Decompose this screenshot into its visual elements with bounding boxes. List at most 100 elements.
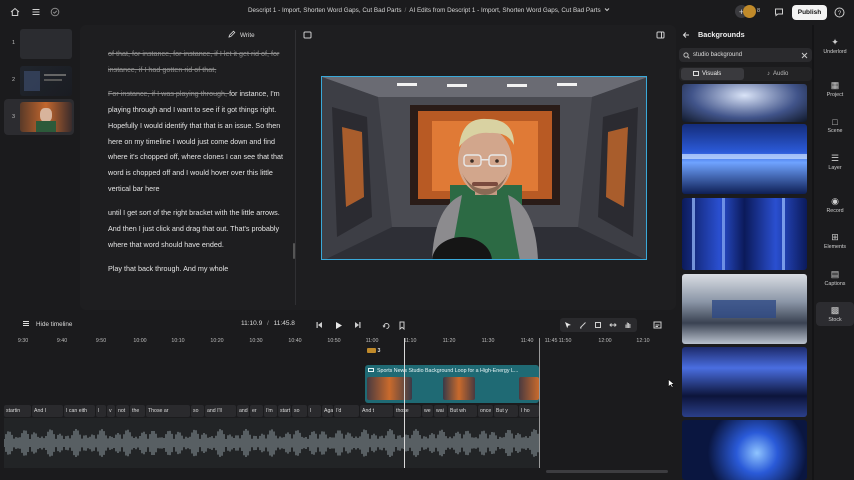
script-text-run[interactable]: for instance, I'm playing through and I … xyxy=(108,89,283,192)
deleted-text[interactable]: For instance, if I was playing through, xyxy=(108,89,229,98)
scene-item[interactable]: 1 xyxy=(6,28,76,60)
word-chip[interactable]: and xyxy=(237,405,249,417)
skip-back-icon[interactable] xyxy=(313,319,325,331)
word-chip[interactable]: And t xyxy=(360,405,393,417)
word-chip[interactable]: Agai xyxy=(322,405,333,417)
rail-item-captions[interactable]: ▤ Captions xyxy=(816,269,854,287)
tab-visuals[interactable]: Visuals xyxy=(693,70,721,77)
rail-item-underlord[interactable]: ✦ Underlord xyxy=(816,37,854,55)
panel-toggle-icon[interactable] xyxy=(655,30,665,40)
rail-item-record[interactable]: ◉ Record xyxy=(816,196,854,214)
word-chip[interactable]: wai xyxy=(434,405,447,417)
word-chip[interactable]: and I'll xyxy=(205,405,236,417)
loop-icon[interactable] xyxy=(380,319,392,331)
script-paragraph[interactable]: Play that back through. And my whole xyxy=(108,261,288,277)
scene-item[interactable]: 2 xyxy=(6,65,76,97)
clear-icon[interactable] xyxy=(800,51,808,59)
rail-item-project[interactable]: ▦ Project xyxy=(816,80,854,98)
word-chip[interactable]: the xyxy=(130,405,145,417)
word-chip[interactable]: v xyxy=(107,405,115,417)
word-chip[interactable]: I'm xyxy=(264,405,277,417)
word-chip[interactable]: I xyxy=(96,405,106,417)
aspect-ratio-icon[interactable] xyxy=(302,30,312,40)
trim-tool-icon[interactable] xyxy=(593,320,603,330)
word-chip[interactable]: Those ar xyxy=(146,405,190,417)
word-chip[interactable]: I ho xyxy=(519,405,539,417)
search-field[interactable]: studio background xyxy=(679,48,812,62)
hand-tool-icon[interactable] xyxy=(623,320,633,330)
timeline-ruler[interactable]: 9:30 9:40 9:50 10:00 10:10 10:20 10:30 10:40 10:… xyxy=(0,335,672,349)
script-text-run[interactable]: until I get sort of the right bracket wi… xyxy=(108,208,280,248)
background-thumbnail[interactable] xyxy=(682,198,807,270)
word-chip[interactable]: startin xyxy=(4,405,31,417)
deleted-text[interactable]: of that, for instance, for instance, if … xyxy=(108,49,279,74)
blade-tool-icon[interactable] xyxy=(578,320,588,330)
avatar xyxy=(743,5,756,18)
word-chip[interactable]: I can eith xyxy=(64,405,95,417)
background-thumbnail[interactable] xyxy=(682,420,807,480)
script-paragraph[interactable]: of that, for instance, for instance, if … xyxy=(108,46,288,77)
collaborators[interactable]: + 8 xyxy=(735,5,763,19)
rail-item-elements[interactable]: ⊞ Elements xyxy=(816,232,854,250)
captions-toggle-icon[interactable] xyxy=(651,319,663,331)
word-chip[interactable]: I'd xyxy=(334,405,359,417)
script-paragraph[interactable]: until I get sort of the right bracket wi… xyxy=(108,205,288,252)
clip-frame xyxy=(519,377,539,400)
scene-number: 1 xyxy=(12,40,16,46)
tab-audio-label: Audio xyxy=(773,70,789,77)
script-text[interactable]: of that, for instance, for instance, if … xyxy=(108,46,288,286)
audio-waveform[interactable] xyxy=(3,418,540,468)
skip-forward-icon[interactable] xyxy=(351,319,363,331)
background-clip[interactable]: Sports News Studio Background Loop for a… xyxy=(365,365,539,403)
ruler-tick: 11:00 xyxy=(365,338,379,344)
word-chip[interactable]: not xyxy=(116,405,129,417)
word-chip[interactable]: I xyxy=(308,405,321,417)
select-tool-icon[interactable] xyxy=(563,320,573,330)
word-chip[interactable]: But y xyxy=(494,405,518,417)
resize-handle[interactable] xyxy=(293,243,295,259)
background-thumbnail[interactable] xyxy=(682,347,807,417)
bookmark-icon[interactable] xyxy=(396,319,408,331)
word-chip[interactable]: er xyxy=(250,405,263,417)
menu-icon[interactable] xyxy=(30,6,42,18)
search-input[interactable]: studio background xyxy=(693,52,742,58)
word-chip[interactable]: we xyxy=(422,405,433,417)
hide-timeline-button[interactable]: Hide timeline xyxy=(22,320,72,329)
breadcrumb-project[interactable]: Descript 1 - Import, Shorten Word Gaps, … xyxy=(248,7,402,14)
ruler-tick: 11:50 xyxy=(558,338,572,344)
record-icon: ◉ xyxy=(831,196,839,206)
word-chip[interactable]: And I xyxy=(32,405,63,417)
tab-audio[interactable]: ♪ Audio xyxy=(767,71,788,77)
rail-item-stock[interactable]: ▩ Stock xyxy=(816,302,854,326)
background-thumbnail[interactable] xyxy=(682,274,807,344)
write-button[interactable]: Write xyxy=(228,30,255,40)
comment-icon[interactable] xyxy=(773,6,785,18)
breadcrumb-composition[interactable]: AI Edits from Descript 1 - Import, Short… xyxy=(409,7,600,14)
word-chip[interactable]: so xyxy=(191,405,204,417)
timeline-scrollbar[interactable] xyxy=(546,470,668,473)
word-chip[interactable]: But wh xyxy=(448,405,477,417)
rail-item-scene[interactable]: □ Scene xyxy=(816,117,854,134)
video-clip-icon xyxy=(368,368,374,372)
word-chip[interactable]: so xyxy=(292,405,307,417)
panel-title: Backgrounds xyxy=(698,30,745,39)
word-chip[interactable]: those xyxy=(394,405,421,417)
back-arrow-icon[interactable] xyxy=(681,30,691,40)
background-thumbnail[interactable] xyxy=(682,124,807,194)
rail-item-layer[interactable]: ☰ Layer xyxy=(816,153,854,171)
video-preview[interactable] xyxy=(321,76,647,260)
script-text-run[interactable]: Play that back through. And my whole xyxy=(108,264,228,273)
play-icon[interactable] xyxy=(332,319,344,331)
word-chip[interactable]: start xyxy=(278,405,291,417)
playhead[interactable] xyxy=(404,338,405,468)
background-thumbnail[interactable] xyxy=(682,84,807,122)
publish-button[interactable]: Publish xyxy=(792,5,827,20)
chevron-down-icon[interactable] xyxy=(604,7,610,14)
help-icon[interactable]: ? xyxy=(833,6,845,18)
stretch-tool-icon[interactable] xyxy=(608,320,618,330)
scene-item-active[interactable]: 3 xyxy=(4,99,76,135)
home-icon[interactable] xyxy=(9,6,21,18)
script-paragraph[interactable]: For instance, if I was playing through, … xyxy=(108,86,288,196)
word-chip[interactable]: once xyxy=(478,405,493,417)
word-track[interactable]: startin And II can eith Iv not the Those ar so… xyxy=(4,405,540,417)
